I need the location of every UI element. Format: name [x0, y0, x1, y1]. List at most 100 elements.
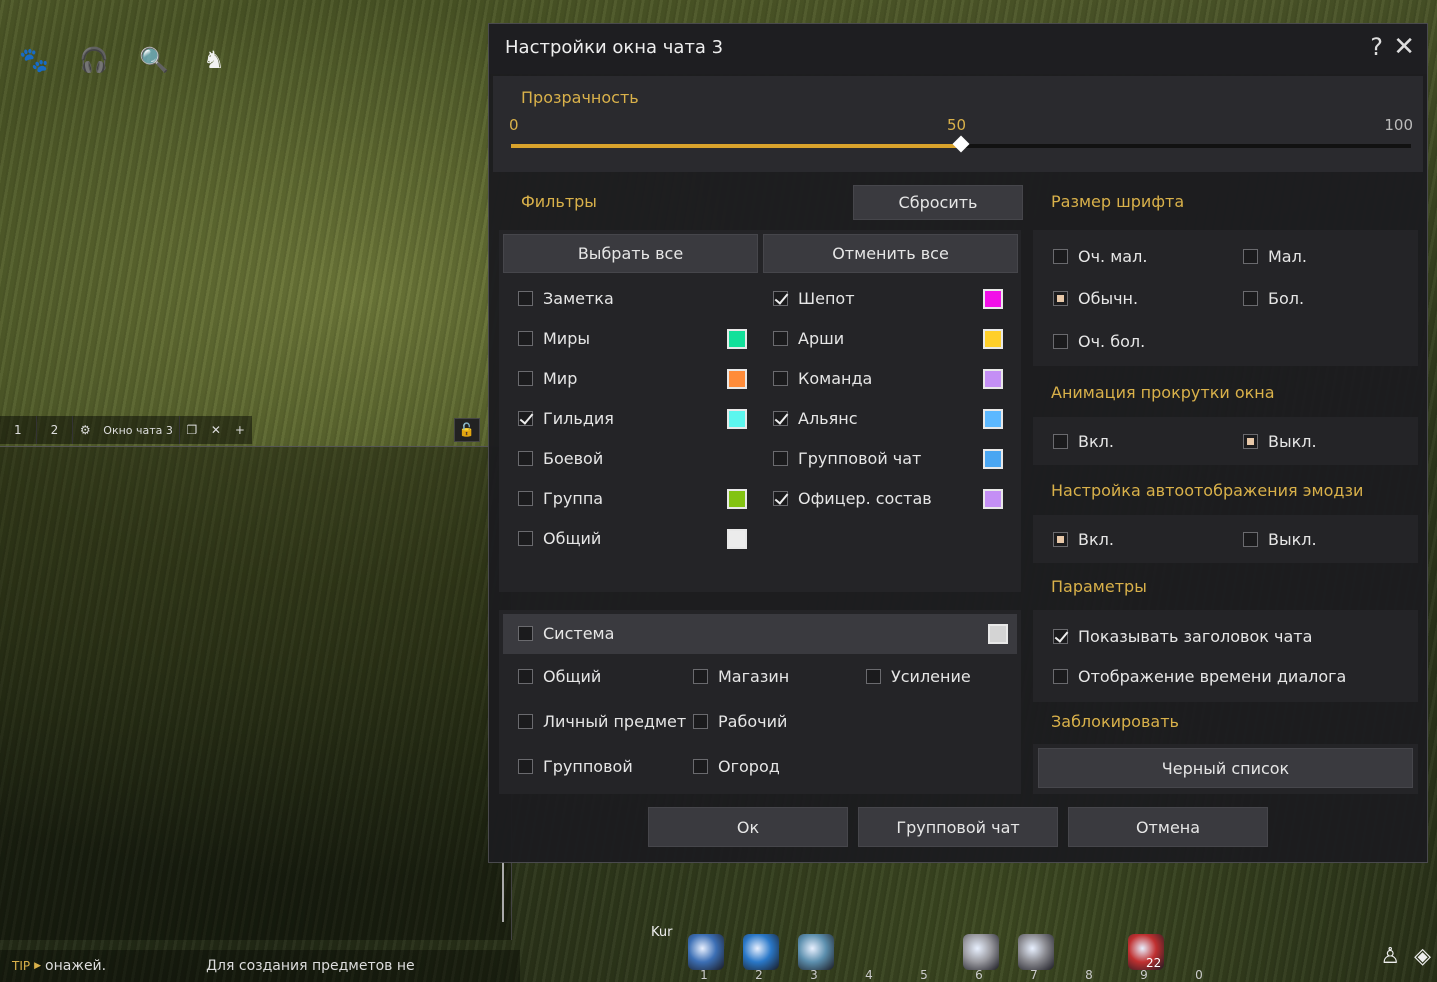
system-item-checkbox[interactable]: Общий	[518, 667, 601, 686]
filter-checkbox[interactable]: Боевой	[518, 449, 603, 468]
param-checkbox[interactable]: Отображение времени диалога	[1053, 667, 1346, 686]
character-icon[interactable]: ♙	[1380, 944, 1400, 969]
checkbox-box[interactable]	[518, 331, 533, 346]
checkbox-box[interactable]	[1243, 249, 1258, 264]
deselect-all-button[interactable]: Отменить все	[763, 234, 1018, 273]
filter-color-swatch[interactable]	[983, 369, 1003, 389]
slider-thumb[interactable]	[952, 135, 970, 153]
filter-color-swatch[interactable]	[983, 489, 1003, 509]
filter-checkbox[interactable]: Офицер. состав	[773, 489, 932, 508]
chat-tab-1[interactable]: 1	[0, 416, 37, 444]
font-size-option[interactable]: Бол.	[1243, 289, 1304, 308]
filter-checkbox[interactable]: Гильдия	[518, 409, 614, 428]
filter-checkbox[interactable]: Группа	[518, 489, 603, 508]
help-icon[interactable]: ?	[1370, 33, 1383, 61]
hotbar-slot[interactable]: 2	[739, 932, 779, 982]
ok-button[interactable]: Ок	[648, 807, 848, 847]
filter-color-swatch[interactable]	[727, 369, 747, 389]
horse-icon[interactable]: ♞	[194, 40, 234, 80]
checkbox-box[interactable]	[518, 451, 533, 466]
blacklist-button[interactable]: Черный список	[1038, 748, 1413, 788]
system-item-checkbox[interactable]: Личный предмет	[518, 712, 686, 731]
filter-color-swatch[interactable]	[983, 329, 1003, 349]
system-item-checkbox[interactable]: Групповой	[518, 757, 633, 776]
system-item-checkbox[interactable]: Усиление	[866, 667, 971, 686]
checkbox-box[interactable]	[1243, 532, 1258, 547]
hotbar-slot[interactable]: 4	[849, 932, 889, 982]
filter-color-swatch[interactable]	[727, 409, 747, 429]
hotbar-slot[interactable]: 3	[794, 932, 834, 982]
scroll-anim-option[interactable]: Вкл.	[1053, 432, 1114, 451]
filter-checkbox[interactable]: Альянс	[773, 409, 857, 428]
hotbar-slot[interactable]: 5	[904, 932, 944, 982]
scroll-anim-option[interactable]: Выкл.	[1243, 432, 1317, 451]
emoji-option[interactable]: Вкл.	[1053, 530, 1114, 549]
checkbox-box[interactable]	[518, 411, 533, 426]
checkbox-box[interactable]	[773, 371, 788, 386]
checkbox-box[interactable]	[518, 371, 533, 386]
filter-checkbox[interactable]: Заметка	[518, 289, 614, 308]
checkbox-box[interactable]	[773, 331, 788, 346]
chat-body[interactable]	[0, 446, 512, 940]
chat-tab-3[interactable]: Окно чата 3	[97, 416, 180, 444]
checkbox-box[interactable]	[773, 291, 788, 306]
checkbox-box[interactable]	[518, 491, 533, 506]
system-item-checkbox[interactable]: Магазин	[693, 667, 789, 686]
font-size-option[interactable]: Оч. бол.	[1053, 332, 1145, 351]
system-checkbox[interactable]: Система	[518, 624, 614, 643]
select-all-button[interactable]: Выбрать все	[503, 234, 758, 273]
checkbox-box[interactable]	[518, 714, 533, 729]
close-icon[interactable]: ✕	[1393, 32, 1415, 62]
filter-color-swatch[interactable]	[983, 289, 1003, 309]
skill-icon[interactable]	[963, 934, 999, 970]
checkbox-box[interactable]	[518, 531, 533, 546]
filter-checkbox[interactable]: Команда	[773, 369, 872, 388]
font-size-option[interactable]: Обычн.	[1053, 289, 1138, 308]
gear-icon[interactable]: ⚙	[73, 416, 98, 444]
checkbox-box[interactable]	[1243, 291, 1258, 306]
lock-icon[interactable]: 🔓	[454, 418, 480, 442]
magnifier-icon[interactable]: 🔍	[134, 40, 174, 80]
filter-color-swatch[interactable]	[983, 409, 1003, 429]
hotbar-slot[interactable]: 0	[1179, 932, 1219, 982]
filter-checkbox[interactable]: Групповой чат	[773, 449, 921, 468]
paw-icon[interactable]: 🐾	[14, 40, 54, 80]
font-size-option[interactable]: Мал.	[1243, 247, 1307, 266]
filter-color-swatch[interactable]	[727, 529, 747, 549]
transparency-slider[interactable]	[511, 135, 1411, 153]
hotbar-slot[interactable]: 6	[959, 932, 999, 982]
checkbox-box[interactable]	[866, 669, 881, 684]
checkbox-box[interactable]	[518, 669, 533, 684]
hotbar-slot[interactable]: 1	[684, 932, 724, 982]
checkbox-box[interactable]	[693, 669, 708, 684]
headset-icon[interactable]: 🎧	[74, 40, 114, 80]
window-icon[interactable]: ❐	[179, 416, 204, 444]
group-chat-button[interactable]: Групповой чат	[858, 807, 1058, 847]
checkbox-box[interactable]	[1243, 434, 1258, 449]
chat-tab-2[interactable]: 2	[36, 416, 74, 444]
checkbox-box[interactable]	[1053, 434, 1068, 449]
checkbox-box[interactable]	[1053, 669, 1068, 684]
checkbox-box[interactable]	[1053, 334, 1068, 349]
filter-color-swatch[interactable]	[727, 489, 747, 509]
chat-scrollbar[interactable]	[502, 862, 510, 922]
checkbox-box[interactable]	[1053, 291, 1068, 306]
filter-color-swatch[interactable]	[983, 449, 1003, 469]
system-color-swatch[interactable]	[988, 624, 1008, 644]
add-tab-icon[interactable]: +	[227, 416, 252, 444]
checkbox-box[interactable]	[1053, 629, 1068, 644]
filter-checkbox[interactable]: Шепот	[773, 289, 855, 308]
hotbar-slot[interactable]: 9 22	[1124, 932, 1164, 982]
system-item-checkbox[interactable]: Рабочий	[693, 712, 787, 731]
checkbox-box[interactable]	[1053, 249, 1068, 264]
param-checkbox[interactable]: Показывать заголовок чата	[1053, 627, 1312, 646]
filter-checkbox[interactable]: Мир	[518, 369, 577, 388]
filter-checkbox[interactable]: Арши	[773, 329, 844, 348]
skill-icon[interactable]	[688, 934, 724, 970]
checkbox-box[interactable]	[518, 626, 533, 641]
filter-color-swatch[interactable]	[727, 329, 747, 349]
checkbox-box[interactable]	[773, 491, 788, 506]
skill-icon[interactable]	[1018, 934, 1054, 970]
diamond-icon[interactable]: ◈	[1414, 944, 1431, 969]
reset-button[interactable]: Сбросить	[853, 185, 1023, 220]
